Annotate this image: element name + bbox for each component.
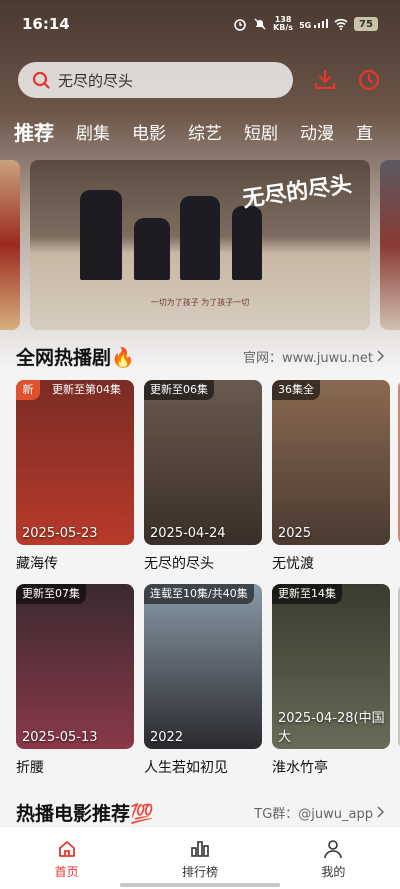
drama-card[interactable]: 更新至07集 2025-05-13 折腰	[16, 584, 134, 777]
drama-card[interactable]: 连载至10集/共40集 2022 人生若如初见	[144, 584, 262, 777]
tab-live[interactable]: 直	[356, 119, 373, 144]
search-input[interactable]: 无尽的尽头	[18, 62, 293, 98]
drama-card[interactable]: 更新至14集 2025-04-28(中国大淮水竹亭	[272, 584, 390, 777]
nav-home[interactable]: 首页	[0, 827, 133, 889]
tab-anime[interactable]: 动漫	[300, 119, 334, 144]
search-row: 无尽的尽头	[18, 62, 388, 98]
chevron-right-icon	[377, 350, 384, 362]
hot-series-row-1: 新更新至第04集 2025-05-23 藏海传 更新至06集 2025-04-24 无尽的…	[16, 380, 400, 573]
official-site-link[interactable]: 官网：www.juwu.net	[243, 347, 384, 366]
nav-label: 首页	[54, 865, 79, 879]
episode-badge: 更新至14集	[272, 584, 342, 604]
tab-variety[interactable]: 综艺	[188, 119, 222, 144]
status-icons: 138 KB/s 5G 75	[233, 16, 378, 32]
section-title: 全网热播剧🔥	[16, 346, 135, 369]
banner-slide[interactable]: 无尽的尽头 一切为了孩子 为了孩子一切	[30, 160, 370, 330]
history-icon[interactable]	[357, 68, 381, 92]
mute-icon	[254, 18, 266, 30]
new-badge: 新	[16, 380, 40, 400]
banner-next-slide[interactable]	[380, 160, 400, 330]
release-date: 2025	[278, 526, 312, 541]
poster-image: 更新至06集 2025-04-24	[144, 380, 262, 545]
home-indicator	[120, 883, 280, 887]
status-time: 16:14	[22, 15, 70, 33]
drama-card[interactable]: 36集全 2025 无忧渡	[272, 380, 390, 573]
tab-recommend[interactable]: 推荐	[14, 117, 54, 146]
poster-image: 更新至14集 2025-04-28(中国大	[272, 584, 390, 749]
drama-title: 人生若如初见	[144, 760, 228, 776]
home-icon	[58, 841, 75, 857]
user-icon	[324, 840, 343, 859]
nav-label: 排行榜	[181, 865, 218, 879]
hot-series-header: 全网热播剧🔥 官网：www.juwu.net	[16, 342, 384, 370]
search-icon	[32, 71, 50, 89]
banner-title: 无尽的尽头	[240, 171, 354, 213]
release-date: 2025-04-24	[150, 526, 226, 541]
drama-title: 折腰	[16, 760, 44, 776]
episode-badge: 更新至06集	[144, 380, 214, 400]
nav-label: 我的	[321, 865, 346, 879]
category-tabs: 推荐 剧集 电影 综艺 短剧 动漫 直	[14, 116, 400, 146]
drama-title: 无尽的尽头	[144, 556, 214, 572]
tab-movies[interactable]: 电影	[132, 119, 166, 144]
chart-icon	[191, 841, 209, 857]
status-bar: 16:14 138 KB/s 5G 75	[0, 0, 400, 48]
tab-series[interactable]: 剧集	[76, 119, 110, 144]
drama-title: 藏海传	[16, 556, 58, 572]
release-date: 2025-05-13	[22, 730, 98, 745]
hot-series-row-2: 更新至07集 2025-05-13 折腰 连载至10集/共40集 2022 人生若如初见更…	[16, 584, 400, 777]
search-query: 无尽的尽头	[58, 71, 134, 90]
drama-title: 淮水竹亭	[272, 760, 328, 776]
nav-profile[interactable]: 我的	[267, 827, 400, 889]
wifi-icon	[334, 18, 348, 30]
drama-card[interactable]: 新更新至第04集 2025-05-23 藏海传	[16, 380, 134, 573]
banner-tagline: 一切为了孩子 为了孩子一切	[150, 298, 250, 307]
poster-image: 新更新至第04集 2025-05-23	[16, 380, 134, 545]
hundred-icon: 💯	[130, 802, 154, 825]
episode-badge: 连载至10集/共40集	[144, 584, 254, 604]
net-speed: 138 KB/s	[273, 15, 294, 32]
tg-group-link[interactable]: TG群：@juwu_app	[254, 803, 384, 822]
section-title: 热播电影推荐💯	[16, 802, 154, 825]
fire-icon: 🔥	[111, 346, 135, 369]
drama-card[interactable]: 更新至06集 2025-04-24 无尽的尽头	[144, 380, 262, 573]
episode-badge: 36集全	[272, 380, 320, 400]
poster-image: 连载至10集/共40集 2022	[144, 584, 262, 749]
download-icon[interactable]	[313, 68, 337, 92]
drama-title: 无忧渡	[272, 556, 314, 572]
episode-badge: 更新至第04集	[52, 383, 121, 396]
poster-image: 更新至07集 2025-05-13	[16, 584, 134, 749]
signal-label: 5G	[299, 18, 328, 30]
chevron-right-icon	[377, 806, 384, 818]
episode-badge: 更新至07集	[16, 584, 86, 604]
signal-icon	[314, 18, 328, 28]
banner-prev-slide[interactable]	[0, 160, 20, 330]
release-date: 2025-04-28(中国大	[278, 711, 385, 745]
release-date: 2025-05-23	[22, 526, 98, 541]
banner-carousel: 无尽的尽头 一切为了孩子 为了孩子一切	[0, 160, 400, 330]
alarm-icon	[234, 19, 246, 31]
nav-ranking[interactable]: 排行榜	[133, 827, 266, 889]
poster-image: 36集全 2025	[272, 380, 390, 545]
release-date: 2022	[150, 730, 184, 745]
tab-short-drama[interactable]: 短剧	[244, 119, 278, 144]
bottom-navigation: 首页 排行榜 我的	[0, 826, 400, 889]
battery-indicator: 75	[354, 17, 378, 31]
hot-movies-header: 热播电影推荐💯 TG群：@juwu_app	[16, 798, 384, 826]
